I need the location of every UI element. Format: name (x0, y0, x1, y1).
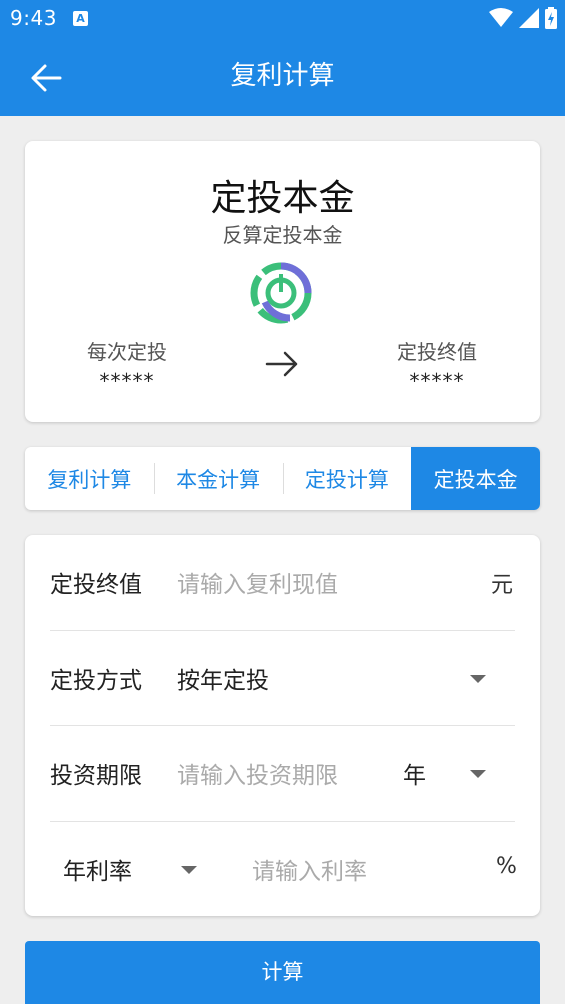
system-icons (489, 7, 557, 29)
period-unit-dropdown-icon[interactable] (470, 770, 486, 778)
calculate-button[interactable]: 计算 (25, 941, 540, 1004)
battery-icon (545, 7, 557, 29)
per-investment-value: ***** (99, 369, 155, 393)
status-time: 9:43 (10, 6, 57, 30)
mode-title: 定投本金 (210, 178, 355, 219)
method-dropdown-icon[interactable] (470, 675, 486, 683)
mode-subtitle: 反算定投本金 (222, 223, 343, 247)
final-value-unit: 元 (491, 573, 514, 598)
investment-cycle-icon (250, 262, 312, 324)
input-form: 定投终值 请输入复利现值 元 定投方式 按年定投 投资期限 请输入投资期限 年 … (25, 535, 540, 916)
final-value-label: 定投终值 (397, 340, 477, 364)
tab-principal-calc[interactable]: 本金计算 (153, 447, 283, 510)
page-title: 复利计算 (230, 61, 335, 91)
final-value-block: 定投终值 ***** (367, 336, 507, 393)
final-value-row: 定投终值 请输入复利现值 元 (50, 535, 515, 630)
rate-period-dropdown-icon[interactable] (181, 866, 197, 874)
final-value-field-label: 定投终值 (50, 572, 142, 598)
status-bar: 9:43 A (0, 0, 565, 36)
rate-period-select[interactable]: 年利率 (63, 852, 132, 886)
summary-card: 定投本金 反算定投本金 每次定投 ***** 定投终值 ***** (25, 141, 540, 422)
method-select[interactable]: 按年定投 (177, 661, 269, 695)
tab-fixed-investment-principal[interactable]: 定投本金 (411, 447, 540, 510)
arrow-right-icon (265, 351, 298, 377)
method-row[interactable]: 定投方式 按年定投 (50, 631, 515, 726)
rate-row: 年利率 请输入利率 % (50, 822, 517, 917)
period-unit-select[interactable]: 年 (403, 756, 426, 790)
tab-compound-interest[interactable]: 复利计算 (25, 447, 154, 510)
tab-fixed-investment-calc[interactable]: 定投计算 (282, 447, 412, 510)
per-investment-block: 每次定投 ***** (57, 336, 197, 393)
notification-icon: A (73, 11, 88, 26)
rate-unit: % (496, 854, 517, 879)
final-value-input[interactable]: 请输入复利现值 (177, 565, 338, 599)
mode-tabs: 复利计算 本金计算 定投计算 定投本金 (25, 447, 540, 510)
app-bar: 复利计算 (0, 36, 565, 116)
final-value-value: ***** (409, 369, 465, 393)
period-row: 投资期限 请输入投资期限 年 (50, 726, 515, 821)
method-field-label: 定投方式 (50, 668, 142, 694)
per-investment-label: 每次定投 (87, 340, 167, 364)
cell-signal-icon (519, 8, 539, 28)
rate-input[interactable]: 请输入利率 (252, 852, 367, 886)
wifi-icon (489, 8, 513, 27)
period-input[interactable]: 请输入投资期限 (177, 756, 338, 790)
period-field-label: 投资期限 (50, 763, 142, 789)
